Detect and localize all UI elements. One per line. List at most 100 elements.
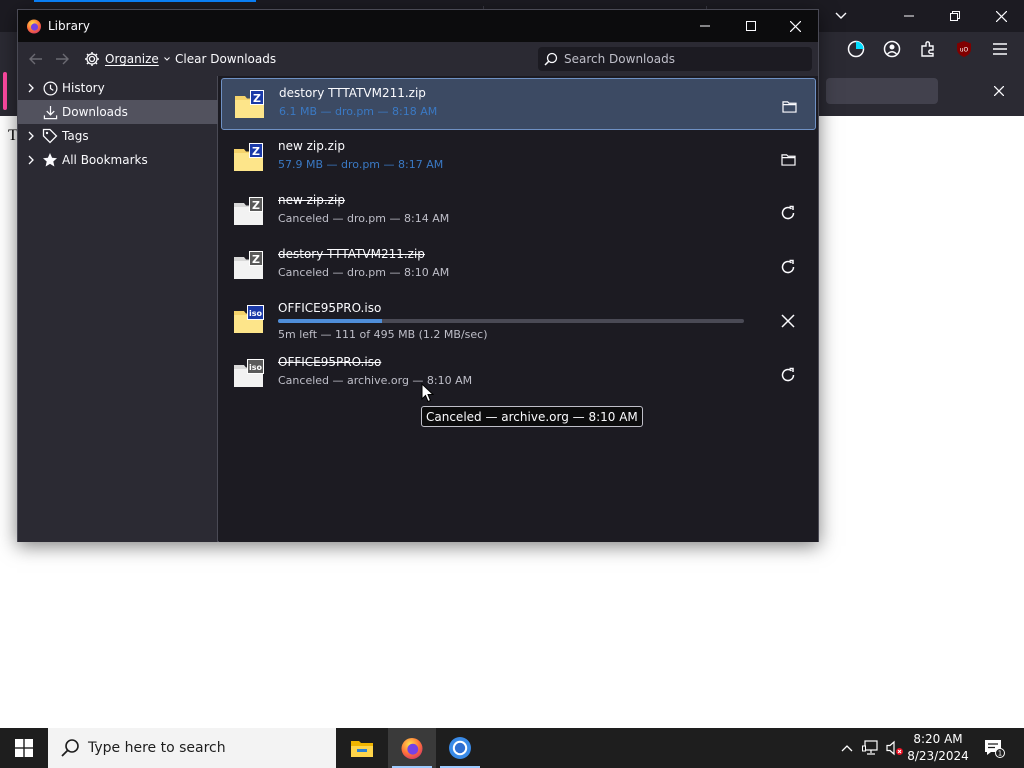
- organize-menu-button[interactable]: Organize: [84, 49, 170, 69]
- download-item[interactable]: Z destory TTTATVM211.zip Canceled — dro.…: [221, 240, 816, 292]
- notification-count: 1: [998, 750, 1002, 758]
- ublock-origin-icon: uO: [957, 41, 971, 57]
- download-status: 6.1 MB — dro.pm — 8:18 AM: [279, 105, 438, 118]
- download-filename: new zip.zip: [278, 193, 345, 207]
- download-status: Canceled — dro.pm — 8:10 AM: [278, 266, 450, 279]
- retry-icon: [781, 259, 795, 274]
- download-progress-fill: [278, 319, 383, 323]
- chevron-up-icon: [841, 745, 853, 752]
- folder-icon: [781, 100, 797, 113]
- action-center-button[interactable]: 1: [978, 728, 1010, 768]
- taskbar-chrome[interactable]: [436, 728, 484, 768]
- retry-download-button[interactable]: [777, 364, 799, 386]
- show-in-folder-button[interactable]: [777, 148, 799, 170]
- close-icon: [994, 86, 1004, 96]
- volume-muted-icon: [886, 740, 903, 756]
- zip-file-icon: Z: [235, 90, 264, 118]
- sidebar-item-tags[interactable]: Tags: [18, 124, 218, 148]
- clock-date: 8/23/2024: [907, 749, 969, 763]
- svg-text:Z: Z: [252, 199, 260, 212]
- taskbar-search-box[interactable]: Type here to search: [48, 728, 336, 768]
- notification-field[interactable]: [826, 78, 938, 104]
- download-item[interactable]: Z destory TTTATVM211.zip 6.1 MB — dro.pm…: [221, 78, 816, 130]
- extensions-button[interactable]: [916, 37, 940, 61]
- sidebar-item-all-bookmarks[interactable]: All Bookmarks: [18, 148, 218, 172]
- network-status-button[interactable]: [860, 728, 882, 768]
- menu-hamburger-icon: [993, 43, 1007, 55]
- start-button[interactable]: [0, 728, 48, 768]
- clear-downloads-button[interactable]: Clear Downloads: [175, 52, 276, 66]
- restore-icon: [950, 11, 960, 21]
- taskbar-clock[interactable]: 8:20 AM 8/23/2024: [904, 731, 972, 765]
- expand-chevron-icon[interactable]: [24, 81, 38, 95]
- search-downloads-input[interactable]: [564, 52, 804, 66]
- zip-file-icon: Z: [234, 143, 263, 171]
- retry-download-button[interactable]: [777, 256, 799, 278]
- downloads-list: Z destory TTTATVM211.zip 6.1 MB — dro.pm…: [219, 76, 818, 542]
- library-window-title: Library: [48, 19, 90, 33]
- library-title-bar: Library: [18, 10, 818, 42]
- show-in-folder-button[interactable]: [778, 95, 800, 117]
- forward-button[interactable]: [52, 49, 72, 69]
- tag-icon: [42, 128, 58, 144]
- download-filename: OFFICE95PRO.iso: [278, 301, 382, 315]
- sidebar-item-history[interactable]: History: [18, 76, 218, 100]
- taskbar-file-explorer[interactable]: [338, 728, 386, 768]
- svg-text:Z: Z: [252, 145, 260, 158]
- library-close-button[interactable]: [772, 10, 818, 42]
- download-filename: OFFICE95PRO.iso: [278, 355, 382, 369]
- retry-icon: [781, 367, 795, 382]
- cancel-download-button[interactable]: [777, 310, 799, 332]
- minimize-icon: [700, 25, 710, 27]
- sidebar-item-downloads[interactable]: Downloads: [18, 100, 218, 124]
- library-toolbar: Organize Clear Downloads: [18, 42, 818, 76]
- star-icon: [42, 152, 58, 168]
- taskbar-firefox[interactable]: [388, 728, 436, 768]
- sidebar-item-label: All Bookmarks: [62, 153, 148, 167]
- show-hidden-icons-button[interactable]: [838, 728, 856, 768]
- search-icon: [61, 739, 79, 757]
- volume-button[interactable]: [884, 728, 906, 768]
- sidebar-item-label: Downloads: [62, 105, 128, 119]
- search-icon: [544, 52, 558, 66]
- download-item[interactable]: iso OFFICE95PRO.iso Canceled — archive.o…: [221, 348, 816, 400]
- download-item[interactable]: Z new zip.zip 57.9 MB — dro.pm — 8:17 AM: [221, 132, 816, 184]
- active-tab-indicator: [34, 0, 256, 2]
- chevron-down-icon: [835, 12, 847, 19]
- download-icon: [42, 104, 58, 120]
- back-button[interactable]: [26, 49, 46, 69]
- library-minimize-button[interactable]: [682, 10, 728, 42]
- retry-download-button[interactable]: [777, 202, 799, 224]
- account-button[interactable]: [880, 37, 904, 61]
- expand-chevron-icon[interactable]: [24, 129, 38, 143]
- app-menu-button[interactable]: [988, 37, 1012, 61]
- file-explorer-icon: [351, 741, 373, 757]
- arrow-left-icon: [29, 53, 42, 65]
- firefox-icon: [401, 738, 423, 759]
- clock-icon: [42, 80, 58, 96]
- library-maximize-button[interactable]: [728, 10, 774, 42]
- organize-label: Organize: [105, 52, 159, 66]
- download-item[interactable]: iso OFFICE95PRO.iso 5m left — 111 of 495…: [221, 294, 816, 346]
- notification-close-button[interactable]: [988, 80, 1010, 102]
- browser-close-button[interactable]: [978, 0, 1024, 32]
- chevron-down-icon: [163, 57, 170, 61]
- list-all-tabs-button[interactable]: [818, 0, 864, 32]
- iso-file-icon: iso: [234, 305, 264, 333]
- browser-minimize-button[interactable]: [886, 0, 932, 32]
- download-status-tooltip: Canceled — archive.org — 8:10 AM: [421, 406, 643, 427]
- notification-icon: 1: [985, 740, 1005, 758]
- ublock-origin-button[interactable]: uO: [952, 37, 976, 61]
- browser-restore-button[interactable]: [932, 0, 978, 32]
- download-item[interactable]: Z new zip.zip Canceled — dro.pm — 8:14 A…: [221, 186, 816, 238]
- svg-text:iso: iso: [249, 309, 263, 318]
- svg-text:iso: iso: [249, 363, 263, 372]
- search-downloads-box[interactable]: [538, 47, 812, 71]
- expand-chevron-icon[interactable]: [24, 153, 38, 167]
- close-icon: [789, 20, 801, 32]
- mouse-cursor-icon: [421, 383, 435, 403]
- firefox-view-button[interactable]: [844, 37, 868, 61]
- minimize-icon: [904, 15, 914, 17]
- account-icon: [883, 40, 901, 58]
- download-filename: destory TTTATVM211.zip: [279, 86, 426, 100]
